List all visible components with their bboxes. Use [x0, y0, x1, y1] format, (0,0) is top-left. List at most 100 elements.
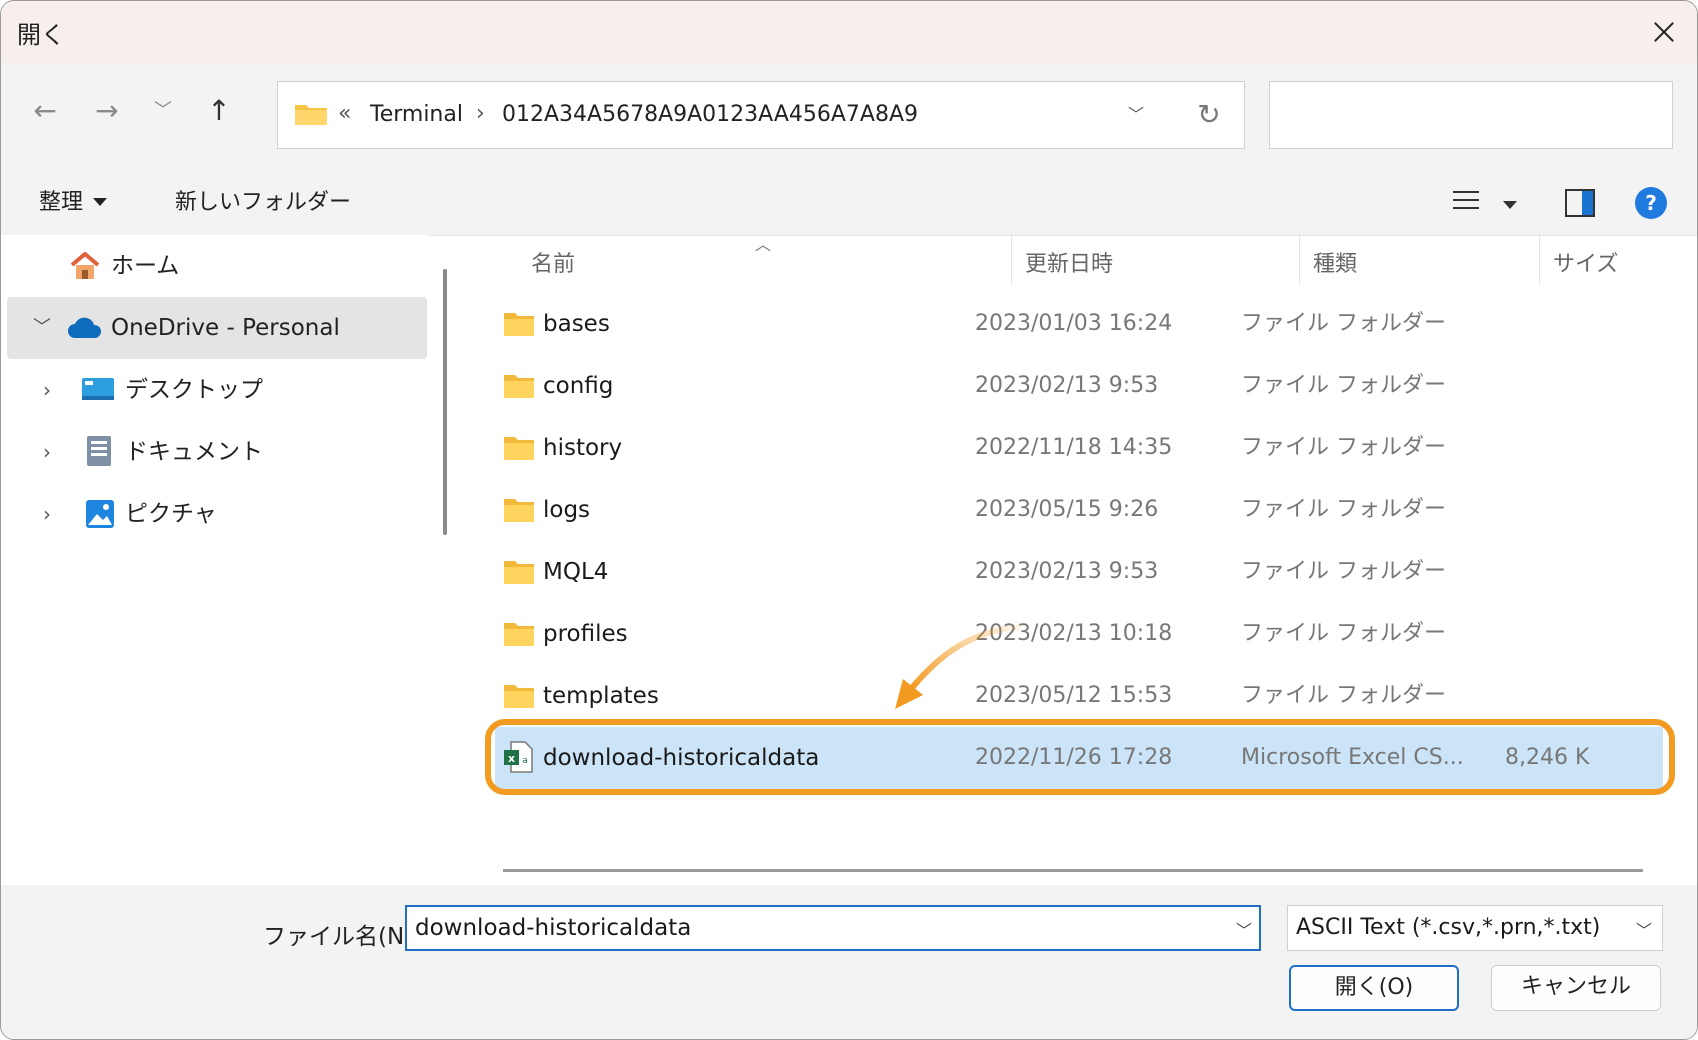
breadcrumb-separator-icon: › [476, 101, 485, 126]
forward-icon[interactable]: → [85, 89, 129, 133]
sidebar-item-label: ピクチャ [125, 501, 217, 527]
organize-label: 整理 [39, 190, 84, 215]
help-icon[interactable]: ? [1635, 187, 1667, 219]
documents-icon [87, 436, 111, 466]
folder-icon [504, 685, 534, 708]
address-dropdown-icon[interactable]: ﹀ [1116, 82, 1156, 148]
onedrive-cloud-icon [68, 317, 102, 338]
sidebar-item-documents[interactable]: › ドキュメント [7, 421, 427, 483]
file-date: 2023/02/13 9:53 [975, 559, 1159, 584]
horizontal-scrollbar[interactable] [503, 869, 1643, 872]
search-input[interactable] [1269, 81, 1673, 149]
file-name: logs [543, 497, 591, 523]
dialog-footer: ファイル名(N): download-historicaldata ﹀ ASCI… [1, 885, 1697, 1039]
open-dialog: 開く ← → ﹀ ↑ « Terminal › 012A34A5678A9A01… [0, 0, 1698, 1040]
view-options-icon[interactable] [1453, 191, 1479, 215]
file-row[interactable]: config 2023/02/13 9:53 ファイル フォルダー [495, 355, 1663, 417]
recent-locations-icon[interactable]: ﹀ [141, 89, 185, 133]
file-name: bases [543, 311, 610, 337]
sidebar-scrollbar[interactable] [443, 269, 447, 535]
folder-icon [504, 375, 534, 398]
filename-input[interactable]: download-historicaldata [405, 905, 1261, 951]
file-type-dropdown-icon[interactable]: ﹀ [1629, 909, 1659, 953]
file-type: ファイル フォルダー [1241, 559, 1446, 584]
column-divider[interactable] [1539, 235, 1540, 285]
navigation-pane: ホーム ﹀ OneDrive - Personal › デスクトップ › ドキュ… [1, 235, 429, 885]
chevron-right-icon[interactable]: › [43, 359, 51, 421]
chevron-right-icon[interactable]: › [43, 421, 51, 483]
preview-pane-icon[interactable] [1565, 189, 1595, 217]
file-date: 2023/02/13 9:53 [975, 373, 1159, 398]
breadcrumb-terminal[interactable]: Terminal [370, 82, 463, 148]
filename-label: ファイル名(N): [263, 924, 421, 950]
sidebar-item-label: ホーム [111, 253, 180, 279]
file-date: 2023/01/03 16:24 [975, 311, 1173, 336]
file-row[interactable]: templates 2023/05/12 15:53 ファイル フォルダー [495, 665, 1663, 727]
file-date: 2023/05/15 9:26 [975, 497, 1159, 522]
folder-icon [295, 105, 327, 125]
pointer-arrow-icon [895, 624, 1021, 709]
home-icon [70, 252, 100, 279]
file-row[interactable]: logs 2023/05/15 9:26 ファイル フォルダー [495, 479, 1663, 541]
dialog-title: 開く [17, 21, 65, 49]
chevron-down-icon[interactable]: ﹀ [33, 297, 51, 359]
selection-highlight-frame [485, 719, 1675, 795]
file-type: ファイル フォルダー [1241, 373, 1446, 398]
close-button[interactable] [1639, 7, 1689, 57]
sidebar-item-onedrive[interactable]: ﹀ OneDrive - Personal [7, 297, 427, 359]
sidebar-item-label: ドキュメント [125, 439, 263, 465]
file-row[interactable]: history 2022/11/18 14:35 ファイル フォルダー [495, 417, 1663, 479]
file-name: templates [543, 683, 659, 709]
column-divider[interactable] [1299, 235, 1300, 285]
folder-icon [504, 437, 534, 460]
column-divider[interactable] [1011, 235, 1012, 285]
new-folder-button[interactable]: 新しいフォルダー [175, 173, 351, 233]
file-type: ファイル フォルダー [1241, 497, 1446, 522]
sidebar-item-label: OneDrive - Personal [111, 315, 340, 341]
file-name: history [543, 435, 623, 461]
title-bar: 開く [1, 1, 1697, 63]
address-bar[interactable]: « Terminal › 012A34A5678A9A0123AA456A7A8… [277, 81, 1245, 149]
sidebar-item-pictures[interactable]: › ピクチャ [7, 483, 427, 545]
file-row[interactable]: bases 2023/01/03 16:24 ファイル フォルダー [495, 293, 1663, 355]
file-type: ファイル フォルダー [1241, 683, 1446, 708]
desktop-icon [82, 378, 114, 400]
file-name: MQL4 [543, 559, 609, 585]
refresh-icon[interactable]: ↻ [1188, 94, 1230, 136]
sort-ascending-icon: ︿ [755, 235, 772, 254]
file-name: profiles [543, 621, 628, 647]
file-type: ファイル フォルダー [1241, 435, 1446, 460]
file-row[interactable]: profiles 2023/02/13 10:18 ファイル フォルダー [495, 603, 1663, 665]
cancel-button[interactable]: キャンセル [1491, 965, 1661, 1011]
up-icon[interactable]: ↑ [197, 89, 241, 133]
organize-button[interactable]: 整理 [39, 173, 108, 233]
column-header-size[interactable]: サイズ [1553, 245, 1618, 285]
filename-dropdown-icon[interactable]: ﹀ [1229, 909, 1259, 953]
sidebar-item-desktop[interactable]: › デスクトップ [7, 359, 427, 421]
file-row[interactable]: MQL4 2023/02/13 9:53 ファイル フォルダー [495, 541, 1663, 603]
command-bar: 整理 新しいフォルダー ? [1, 173, 1697, 236]
navigation-bar: ← → ﹀ ↑ « Terminal › 012A34A5678A9A0123A… [1, 63, 1697, 173]
folder-icon [504, 499, 534, 522]
folder-icon [504, 561, 534, 584]
pictures-icon [86, 500, 114, 528]
file-type: ファイル フォルダー [1241, 311, 1446, 336]
breadcrumb-current-folder[interactable]: 012A34A5678A9A0123AA456A7A8A9 [502, 82, 918, 148]
view-dropdown-icon[interactable] [1503, 201, 1517, 209]
back-icon[interactable]: ← [23, 89, 67, 133]
caret-down-icon [93, 198, 108, 206]
file-name: config [543, 373, 614, 399]
sidebar-item-label: デスクトップ [125, 377, 263, 403]
folder-icon [504, 623, 534, 646]
file-type-select[interactable]: ASCII Text (*.csv,*.prn,*.txt) [1287, 905, 1663, 951]
column-header-type[interactable]: 種類 [1313, 245, 1357, 285]
file-date: 2022/11/18 14:35 [975, 435, 1173, 460]
chevron-right-icon[interactable]: › [43, 483, 51, 545]
sidebar-item-home[interactable]: ホーム [7, 235, 427, 297]
column-header-name[interactable]: 名前 [531, 245, 575, 285]
folder-icon [504, 313, 534, 336]
overflow-crumb[interactable]: « [338, 82, 351, 146]
file-type: ファイル フォルダー [1241, 621, 1446, 646]
column-header-date[interactable]: 更新日時 [1025, 245, 1113, 285]
open-button[interactable]: 開く(O) [1289, 965, 1459, 1011]
